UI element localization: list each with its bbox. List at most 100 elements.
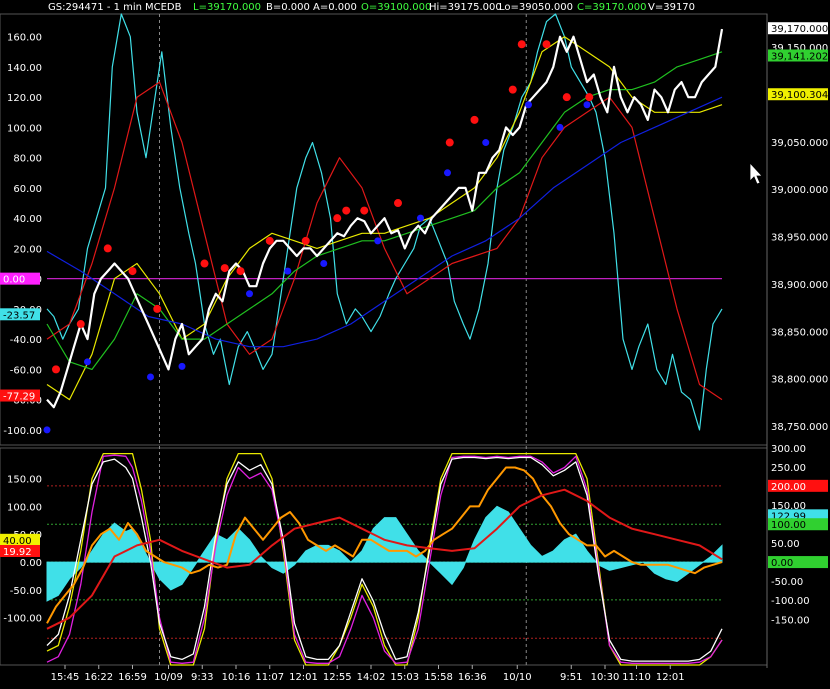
- upper-left-value-label: -77.29: [3, 392, 35, 403]
- header-ask: A=0.000: [313, 2, 357, 13]
- lower-left-tick: -50.00: [10, 586, 42, 597]
- lower-right-tick: 250.00: [771, 463, 806, 474]
- red-signal-dot: [585, 93, 594, 102]
- red-signal-dot: [517, 40, 526, 49]
- red-signal-dot: [333, 214, 342, 223]
- lower-right-tick: 50.00: [771, 539, 800, 550]
- blue-signal-dot: [84, 358, 91, 366]
- blue-signal-dot: [320, 260, 328, 268]
- upper-right-tick: 39,000.000: [771, 185, 828, 196]
- upper-left-tick: 60.00: [13, 184, 42, 195]
- x-tick-label: 10:30: [591, 672, 620, 683]
- red-signal-dot: [301, 236, 310, 245]
- lower-right-tick: -150.00: [771, 615, 810, 626]
- red-signal-dot: [103, 244, 112, 253]
- upper-right-tick: 38,950.000: [771, 233, 828, 244]
- red-signal-dot: [470, 115, 479, 124]
- x-tick-label: 15:03: [390, 672, 419, 683]
- red-signal-dot: [220, 264, 229, 273]
- upper-right-tick: 39,050.000: [771, 138, 828, 149]
- x-tick-label: 10:16: [222, 672, 251, 683]
- red-signal-dot: [153, 304, 162, 313]
- header-volume: V=39170: [648, 2, 696, 13]
- lower-left-tick: 0.00: [20, 558, 42, 569]
- upper-left-tick: -40.00: [10, 335, 42, 346]
- chart-window: 160.00 140.00 120.00 100.00 80.00 60.00 40.00 2…: [0, 0, 830, 685]
- blue-signal-dot: [246, 290, 253, 298]
- upper-right-value-label: 39,170.000: [771, 24, 828, 35]
- x-tick-label: 10/09: [154, 672, 183, 683]
- red-signal-dot: [265, 236, 274, 245]
- x-tick-label: 15:45: [51, 672, 80, 683]
- x-tick-label: 16:59: [118, 672, 147, 683]
- header-last: L=39170.000: [193, 2, 262, 13]
- upper-right-value-label: 39,100.304: [771, 90, 828, 101]
- lower-right-value-label: 100.00: [771, 520, 806, 531]
- red-signal-dot: [200, 259, 209, 268]
- lower-right-value-label: 200.00: [771, 482, 806, 493]
- header-open: O=39100.000: [361, 2, 432, 13]
- red-signal-dot: [394, 199, 402, 208]
- red-signal-dot: [508, 85, 517, 94]
- upper-left-value-label: -23.57: [3, 310, 35, 321]
- header-bid: B=0.000: [266, 2, 310, 13]
- red-signal-dot: [236, 267, 245, 276]
- lower-right-tick: -50.00: [771, 577, 803, 588]
- upper-left-tick: 20.00: [13, 244, 42, 255]
- red-signal-dot: [342, 206, 351, 215]
- upper-series-cyan-osc: [46, 13, 723, 431]
- red-signal-dot: [562, 93, 571, 102]
- lower-right-tick: -100.00: [771, 596, 810, 607]
- x-tick-label: 9:33: [191, 672, 213, 683]
- upper-left-tick: -100.00: [3, 426, 42, 437]
- x-tick-label: 11:07: [255, 672, 284, 683]
- x-tick-label: 16:36: [458, 672, 487, 683]
- red-signal-dot: [445, 138, 454, 147]
- red-signal-dot: [360, 206, 369, 215]
- blue-signal-dot: [525, 101, 532, 109]
- x-tick-label: 10/10: [503, 672, 532, 683]
- header-high: Hi=39175.000: [429, 2, 502, 13]
- blue-signal-dot: [178, 362, 186, 370]
- lower-left-tick: 100.00: [7, 502, 42, 513]
- upper-right-tick: 38,900.000: [771, 280, 828, 291]
- upper-left-tick: 140.00: [7, 63, 42, 74]
- blue-signal-dot: [482, 139, 490, 147]
- x-tick-label: 11:10: [622, 672, 651, 683]
- blue-signal-dot: [374, 237, 382, 245]
- upper-right-value-label: 39,141.202: [771, 51, 828, 62]
- upper-left-tick: 120.00: [7, 93, 42, 104]
- red-signal-dot: [76, 320, 85, 329]
- lower-left-tick: 150.00: [7, 475, 42, 486]
- x-tick-label: 14:02: [357, 672, 386, 683]
- upper-left-tick: 80.00: [13, 154, 42, 165]
- x-tick-label: 12:01: [656, 672, 685, 683]
- blue-signal-dot: [556, 123, 564, 131]
- x-tick-label: 15:58: [424, 672, 453, 683]
- upper-right-tick: 38,850.000: [771, 327, 828, 338]
- x-tick-label: 9:51: [560, 672, 582, 683]
- upper-right-tick: 38,750.000: [771, 422, 828, 433]
- blue-signal-dot: [417, 214, 424, 222]
- upper-left-tick: 100.00: [7, 123, 42, 134]
- red-signal-dot: [128, 267, 137, 276]
- mouse-cursor-icon: [749, 161, 763, 185]
- red-signal-dot: [52, 365, 60, 374]
- x-tick-label: 16:22: [84, 672, 113, 683]
- x-tick-label: 12:55: [323, 672, 352, 683]
- x-tick-label: 12:01: [289, 672, 318, 683]
- blue-signal-dot: [147, 373, 154, 381]
- header-close: C=39170.000: [577, 2, 647, 13]
- header-study: MCEDB: [145, 2, 182, 13]
- lower-right-value-label: 0.00: [771, 558, 793, 569]
- upper-left-tick: 40.00: [13, 214, 42, 225]
- header-symbol: GS:294471 - 1 min: [48, 2, 143, 13]
- header-low: Lo=39050.000: [499, 2, 573, 13]
- upper-series-price-bars: [46, 28, 724, 409]
- blue-signal-dot: [284, 267, 292, 275]
- blue-signal-dot: [583, 101, 591, 109]
- blue-signal-dot: [444, 169, 451, 177]
- lower-right-tick: 300.00: [771, 444, 806, 455]
- lower-left-value-label: 19.92: [3, 547, 32, 558]
- upper-panel-frame: [0, 13, 768, 446]
